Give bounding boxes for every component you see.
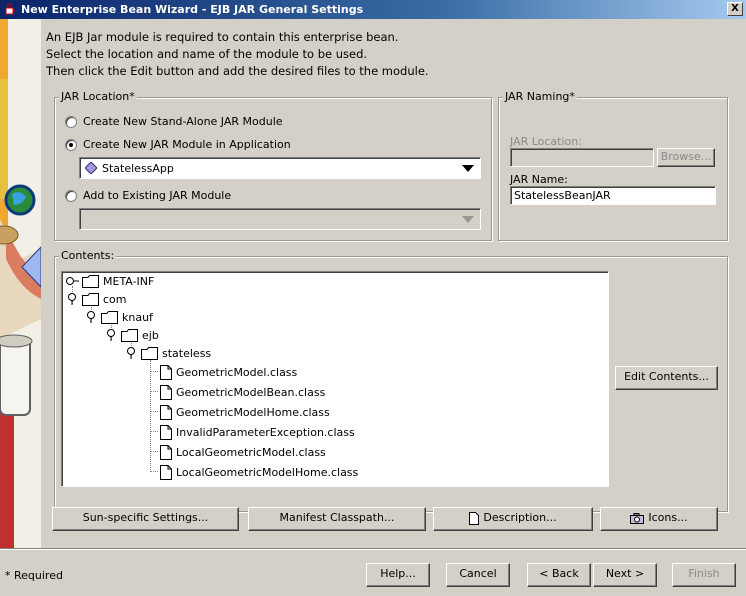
description-button-label: Description... <box>483 511 557 524</box>
radio-existing-button[interactable] <box>65 189 77 202</box>
tree-node-file[interactable]: GeometricModel.class <box>160 363 297 381</box>
application-combo[interactable]: StatelessApp <box>79 157 481 179</box>
collapsed-key-icon[interactable] <box>66 276 80 286</box>
intro-line-2: Select the location and name of the modu… <box>46 47 368 61</box>
tree-node-com[interactable]: com <box>66 290 127 308</box>
existing-jar-combo[interactable] <box>79 208 481 230</box>
folder-icon <box>101 310 118 324</box>
wizard-side-art <box>0 19 41 548</box>
tree-node-ejb[interactable]: ejb <box>105 326 159 344</box>
jar-naming-label: JAR Naming* <box>503 90 577 103</box>
manifest-classpath-button[interactable]: Manifest Classpath... <box>248 507 426 531</box>
folder-icon <box>82 274 99 288</box>
icons-button-label: Icons... <box>648 511 688 524</box>
expanded-key-icon[interactable] <box>125 347 139 359</box>
tree-node-label: LocalGeometricModelHome.class <box>176 465 359 479</box>
tree-node-label: knauf <box>122 310 153 324</box>
tree-node-label: LocalGeometricModel.class <box>176 445 326 459</box>
jar-location-field[interactable] <box>510 148 654 167</box>
footer-separator <box>0 548 746 550</box>
contents-tree[interactable]: META-INF com knauf ejb stateless Geometr… <box>61 271 609 487</box>
tree-node-label: GeometricModelBean.class <box>176 385 326 399</box>
intro-text: An EJB Jar module is required to contain… <box>46 29 429 80</box>
expanded-key-icon[interactable] <box>105 329 119 341</box>
application-diamond-icon <box>85 162 97 174</box>
java-cup-icon <box>5 2 15 15</box>
next-button[interactable]: Next > <box>593 563 657 587</box>
tree-node-label: META-INF <box>103 274 155 288</box>
tree-node-stateless[interactable]: stateless <box>125 344 211 362</box>
tree-node-label: stateless <box>162 346 212 360</box>
intro-line-3: Then click the Edit button and add the d… <box>46 64 429 78</box>
contents-label: Contents: <box>59 249 117 262</box>
file-icon <box>160 444 172 460</box>
tree-node-file[interactable]: LocalGeometricModelHome.class <box>160 463 358 481</box>
help-button[interactable]: Help... <box>366 563 430 587</box>
radio-standalone-button[interactable] <box>65 115 77 128</box>
tree-node-label: ejb <box>142 328 159 342</box>
chevron-down-icon[interactable] <box>462 216 474 223</box>
radio-existing[interactable]: Add to Existing JAR Module <box>65 189 231 202</box>
radio-in-application[interactable]: Create New JAR Module in Application <box>65 138 291 151</box>
document-icon <box>469 511 480 525</box>
intro-line-1: An EJB Jar module is required to contain… <box>46 30 399 44</box>
wizard-banner-image <box>0 19 41 548</box>
tree-node-file[interactable]: GeometricModelBean.class <box>160 383 325 401</box>
title-bar: New Enterprise Bean Wizard - EJB JAR Gen… <box>0 0 746 19</box>
tree-node-meta-inf[interactable]: META-INF <box>66 272 154 290</box>
file-icon <box>160 384 172 400</box>
jar-location-group: JAR Location* Create New Stand-Alone JAR… <box>54 90 492 241</box>
finish-button[interactable]: Finish <box>672 563 736 587</box>
tree-node-label: com <box>103 292 127 306</box>
window-title: New Enterprise Bean Wizard - EJB JAR Gen… <box>21 3 364 16</box>
radio-in-application-label: Create New JAR Module in Application <box>83 138 291 151</box>
tree-node-label: InvalidParameterException.class <box>176 425 355 439</box>
browse-button[interactable]: Browse... <box>657 148 715 167</box>
edit-contents-button[interactable]: Edit Contents... <box>615 366 718 390</box>
chevron-down-icon[interactable] <box>462 165 474 172</box>
radio-standalone-label: Create New Stand-Alone JAR Module <box>83 115 283 128</box>
tree-node-file[interactable]: LocalGeometricModel.class <box>160 443 326 461</box>
jar-name-field-label: JAR Name: <box>510 173 568 186</box>
tree-node-label: GeometricModel.class <box>176 365 298 379</box>
tree-node-file[interactable]: GeometricModelHome.class <box>160 403 330 421</box>
sun-specific-settings-button[interactable]: Sun-specific Settings... <box>52 507 239 531</box>
expanded-key-icon[interactable] <box>66 293 80 305</box>
radio-standalone[interactable]: Create New Stand-Alone JAR Module <box>65 115 283 128</box>
required-note: * Required <box>5 569 63 582</box>
jar-naming-group: JAR Naming* JAR Location: Browse... JAR … <box>498 90 728 241</box>
folder-icon <box>121 328 138 342</box>
wizard-content: An EJB Jar module is required to contain… <box>41 19 746 548</box>
tree-node-file[interactable]: InvalidParameterException.class <box>160 423 355 441</box>
application-combo-value: StatelessApp <box>102 162 174 175</box>
tree-node-knauf[interactable]: knauf <box>85 308 153 326</box>
radio-existing-label: Add to Existing JAR Module <box>83 189 232 202</box>
file-icon <box>160 404 172 420</box>
jar-location-label: JAR Location* <box>59 90 137 103</box>
jar-name-field[interactable]: StatelessBeanJAR <box>510 186 716 205</box>
cancel-button[interactable]: Cancel <box>446 563 510 587</box>
camera-icon <box>630 512 645 524</box>
file-icon <box>160 424 172 440</box>
file-icon <box>160 364 172 380</box>
tree-node-label: GeometricModelHome.class <box>176 405 330 419</box>
close-icon: X <box>731 3 739 14</box>
contents-group: Contents: META-INF com knauf ejb statele… <box>54 249 728 512</box>
expanded-key-icon[interactable] <box>85 311 99 323</box>
folder-icon <box>141 346 158 360</box>
radio-in-application-button[interactable] <box>65 138 77 151</box>
back-button[interactable]: < Back <box>527 563 591 587</box>
file-icon <box>160 464 172 480</box>
folder-icon <box>82 292 99 306</box>
close-button[interactable]: X <box>727 2 743 16</box>
icons-button[interactable]: Icons... <box>600 507 718 531</box>
jar-location-field-label: JAR Location: <box>510 135 582 148</box>
description-button[interactable]: Description... <box>433 507 593 531</box>
